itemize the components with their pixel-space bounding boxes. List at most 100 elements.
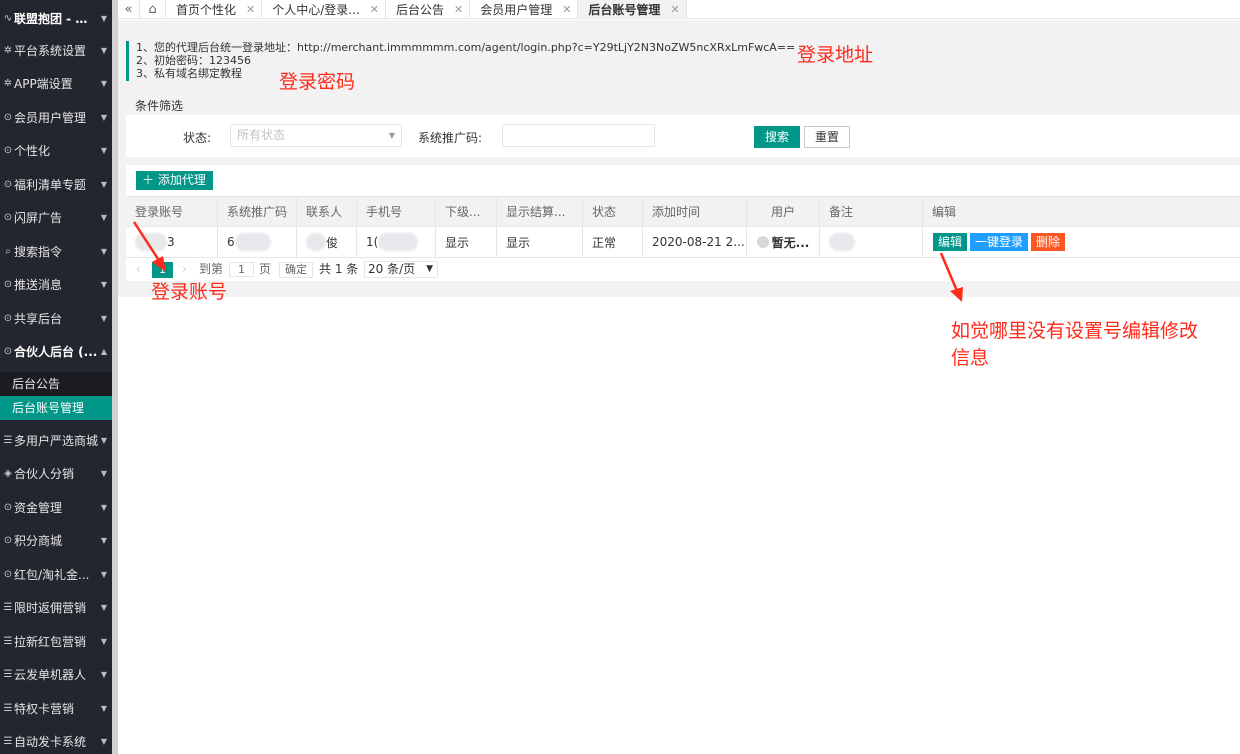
- notice-login-url: 1、您的代理后台统一登录地址：http://merchant.immmmmm.c…: [136, 41, 796, 54]
- page-size-select[interactable]: 20 条/页 ▼: [364, 261, 438, 278]
- sidebar-item-b-8[interactable]: ☰ 特权卡营销 ▼: [0, 693, 112, 723]
- chevron-down-icon: ▼: [100, 213, 108, 222]
- sidebar-item-b-4[interactable]: ⊙ 红包/淘礼金... ▼: [0, 559, 112, 589]
- tab-member-manage[interactable]: 会员用户管理 ✕: [470, 0, 579, 18]
- shield-icon: ⊙: [3, 178, 13, 190]
- table-row[interactable]: 3 6 俊 1( 显示 显示 正常 2020-08-21 2... 暂无... …: [126, 227, 1240, 258]
- chevron-down-icon: ▼: [100, 179, 108, 189]
- tab-account-manage[interactable]: 后台账号管理 ✕: [578, 0, 687, 18]
- sidebar-item-2[interactable]: ⊙ 会员用户管理 ▼: [0, 102, 112, 132]
- sidebar-item-b-2[interactable]: ⊙ 资金管理 ▼: [0, 492, 112, 522]
- home-icon[interactable]: ⌂: [140, 0, 166, 18]
- collapse-icon[interactable]: «: [118, 0, 140, 18]
- sidebar-item-b-5[interactable]: ☰ 限时返佣营销 ▼: [0, 593, 112, 623]
- current-page[interactable]: 1: [152, 262, 173, 278]
- sidebar-item-label: 限时返佣营销: [14, 601, 87, 615]
- menu-icon: ☰: [3, 635, 13, 647]
- sidebar-item-b-6[interactable]: ☰ 拉新红包营销 ▼: [0, 626, 112, 656]
- menu-icon: ☰: [3, 702, 13, 714]
- sidebar-item-6[interactable]: ⌕ 搜索指令 ▼: [0, 236, 112, 266]
- sidebar-item-label: 推送消息: [14, 278, 63, 292]
- sidebar-item-3[interactable]: ⊙ 个性化 ▼: [0, 136, 112, 166]
- chevron-down-icon: ▼: [100, 45, 108, 55]
- sidebar-item-label: 积分商城: [14, 534, 63, 548]
- pulse-icon: ∿: [3, 12, 13, 24]
- chevron-down-icon: ▼: [100, 636, 108, 646]
- page-number-input[interactable]: 1: [229, 262, 254, 277]
- sidebar-item-b-3[interactable]: ⊙ 积分商城 ▼: [0, 526, 112, 556]
- menu-icon: ☰: [3, 736, 13, 747]
- sidebar-item-b-9[interactable]: ☰ 自动发卡系统 ▼: [0, 727, 112, 754]
- col-header-user: 用户: [747, 197, 820, 226]
- sidebar-item-label: 合伙人分销: [14, 467, 75, 481]
- close-icon[interactable]: ✕: [454, 3, 463, 16]
- notice-domain-tutorial[interactable]: 3、私有域名绑定教程: [136, 67, 242, 80]
- annotation-edit-hint: 如觉哪里没有设置号编辑修改: [951, 320, 1199, 342]
- sidebar-item-label: 平台系统设置: [14, 43, 87, 58]
- close-icon[interactable]: ✕: [370, 3, 379, 16]
- sidebar-item-8[interactable]: ⊙ 共享后台 ▼: [0, 303, 112, 333]
- chevron-up-icon: ▲: [100, 347, 108, 356]
- sidebar-item-label: 红包/淘礼金...: [14, 567, 90, 582]
- status-label: 状态:: [183, 131, 212, 145]
- chevron-down-icon: ▼: [100, 146, 108, 155]
- sidebar-sub-account-manage[interactable]: 后台账号管理: [0, 396, 112, 420]
- sidebar-sub-announcement[interactable]: 后台公告: [0, 372, 112, 396]
- delete-button[interactable]: 删除: [1031, 233, 1066, 251]
- redacted-blur: [135, 233, 167, 251]
- sidebar-item-label: 闪屏广告: [14, 211, 63, 225]
- sidebar-header[interactable]: ∿ 联盟抱团 - 渠... ▼: [0, 3, 112, 33]
- page-confirm-button[interactable]: 确定: [279, 262, 313, 278]
- sidebar-item-4[interactable]: ⊙ 福利清单专题 ▼: [0, 169, 112, 199]
- edit-button[interactable]: 编辑: [933, 233, 968, 251]
- annotation-login-url: 登录地址: [797, 44, 874, 66]
- cell-contact: 俊: [297, 227, 357, 257]
- sidebar: ∿ 联盟抱团 - 渠... ▼ ✲ 平台系统设置 ▼ ✲ APP端设置 ▼ ⊙ 会员用户管理 ▼…: [0, 0, 112, 754]
- chevron-down-icon: ▼: [100, 502, 108, 512]
- search-button[interactable]: 搜索: [754, 126, 800, 148]
- sidebar-item-1[interactable]: ✲ APP端设置 ▼: [0, 69, 112, 99]
- close-icon[interactable]: ✕: [670, 3, 679, 16]
- tab-announcement[interactable]: 后台公告 ✕: [386, 0, 471, 18]
- shield-icon: ⊙: [3, 111, 13, 123]
- total-count: 共 1 条: [319, 262, 359, 276]
- annotation-login-account: 登录账号: [151, 281, 228, 303]
- page-unit-label: 页: [259, 262, 272, 276]
- sidebar-item-0[interactable]: ✲ 平台系统设置 ▼: [0, 35, 112, 65]
- sidebar-item-label: 福利清单专题: [14, 177, 87, 192]
- redacted-blur: [829, 233, 855, 251]
- gear-icon: ✲: [3, 44, 13, 56]
- status-select[interactable]: 所有状态 ▼: [230, 124, 402, 147]
- table-header-row: 登录账号 系统推广码 联系人 手机号 下级... 显示结算... 状态 添加时间…: [126, 196, 1240, 227]
- sidebar-item-label: 合伙人后台 (...: [14, 345, 98, 359]
- sidebar-item-7[interactable]: ⊙ 推送消息 ▼: [0, 270, 112, 300]
- chevron-down-icon: ▼: [100, 435, 108, 445]
- tab-personal-center[interactable]: 个人中心/登录... ✕: [262, 0, 386, 18]
- promo-code-input[interactable]: [502, 124, 655, 147]
- close-icon[interactable]: ✕: [562, 3, 571, 16]
- shield-icon: ⊙: [3, 346, 13, 357]
- sidebar-item-5[interactable]: ⊙ 闪屏广告 ▼: [0, 203, 112, 233]
- close-icon[interactable]: ✕: [246, 3, 255, 16]
- add-agent-button[interactable]: ＋ 添加代理: [136, 171, 213, 190]
- sidebar-item-label: 拉新红包营销: [14, 634, 87, 649]
- annotation-login-password: 登录密码: [279, 71, 356, 93]
- filter-title: 条件筛选: [135, 99, 184, 113]
- sidebar-item-b-1[interactable]: ◈ 合伙人分销 ▼: [0, 459, 112, 489]
- sidebar-item-9[interactable]: ⊙ 合伙人后台 (... ▲: [0, 337, 112, 367]
- reset-button[interactable]: 重置: [804, 126, 850, 148]
- one-click-login-button[interactable]: 一键登录: [970, 233, 1029, 251]
- tab-bar: « ⌂ 首页个性化 ✕ 个人中心/登录... ✕ 后台公告 ✕ 会员用户管理 ✕ 后台账…: [118, 0, 1240, 19]
- tab-home-personalize[interactable]: 首页个性化 ✕: [166, 0, 263, 18]
- chevron-down-icon: ▼: [100, 280, 108, 289]
- promo-code-label: 系统推广码:: [418, 131, 483, 145]
- sidebar-item-b-7[interactable]: ☰ 云发单机器人 ▼: [0, 660, 112, 690]
- sidebar-item-label: 资金管理: [14, 500, 63, 515]
- col-header-account: 登录账号: [126, 197, 218, 226]
- sidebar-item-label: 特权卡营销: [14, 701, 75, 716]
- cell-added: 2020-08-21 2...: [643, 227, 747, 257]
- sidebar-item-b-0[interactable]: ☰ 多用户严选商城 ▼: [0, 425, 112, 455]
- sidebar-item-label: 多用户严选商城: [14, 433, 98, 448]
- prev-page-icon[interactable]: ‹: [136, 258, 141, 280]
- sidebar-item-label: 会员用户管理: [14, 110, 87, 125]
